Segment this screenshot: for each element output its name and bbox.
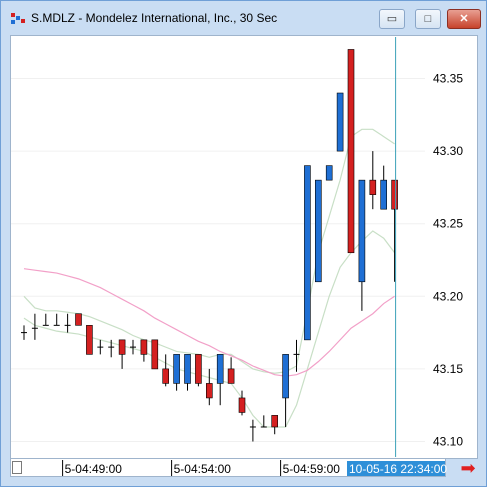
- price-bar: [140, 339, 148, 362]
- price-bar: [118, 339, 126, 369]
- candlestick-chart: 43.10 43.15 43.20 43.25 43.30 43.35 5-04:49:0…: [11, 37, 463, 476]
- price-bar: [304, 165, 311, 341]
- bar-body: [184, 354, 191, 384]
- price-bar: [325, 165, 333, 181]
- bar-body: [391, 179, 398, 210]
- price-bar: [227, 357, 235, 384]
- x-tick-label: 5-04:49:00: [65, 462, 123, 476]
- x-tick-label: 5-04:54:00: [174, 462, 232, 476]
- time-axis-labels: 5-04:49:00 5-04:54:00 5-04:59:00: [62, 460, 341, 476]
- bar-body: [282, 354, 289, 399]
- bar-body: [238, 397, 246, 413]
- bar-body: [380, 179, 388, 210]
- bar-body: [369, 179, 377, 195]
- bar-body: [347, 49, 355, 254]
- bar-body: [162, 368, 169, 384]
- cursor-time-label: 10-05-16 22:34:00: [349, 462, 447, 476]
- price-bar: [282, 354, 289, 427]
- price-bar: [249, 419, 256, 442]
- bar-body: [325, 165, 333, 181]
- bars-layer: [21, 49, 398, 442]
- bar-body: [86, 325, 93, 355]
- price-bar: [31, 313, 38, 340]
- y-tick-label: 43.30: [433, 144, 463, 158]
- price-bar: [184, 354, 191, 391]
- price-bar: [42, 313, 49, 326]
- bar-body: [151, 339, 159, 370]
- price-bar: [21, 325, 27, 340]
- bar-body: [75, 313, 82, 326]
- price-bar: [64, 313, 71, 333]
- bar-body: [336, 92, 344, 152]
- y-tick-label: 43.25: [433, 217, 463, 231]
- bar-body: [271, 415, 279, 428]
- x-tick-label: 5-04:59:00: [283, 462, 341, 476]
- bar-body: [140, 339, 148, 355]
- price-bar: [314, 179, 322, 283]
- y-tick-label: 43.10: [433, 435, 463, 449]
- chart-window: S.MDLZ - Mondelez International, Inc., 3…: [0, 0, 487, 487]
- price-bar: [97, 339, 104, 355]
- price-bar: [162, 354, 169, 387]
- price-bar: [206, 368, 213, 406]
- bar-body: [118, 339, 126, 355]
- price-bar: [336, 92, 344, 152]
- price-bar: [358, 179, 366, 311]
- bar-body: [304, 165, 311, 341]
- price-bar: [195, 354, 202, 387]
- y-tick-label: 43.35: [433, 72, 463, 86]
- upper-band-line: [23, 128, 395, 374]
- price-bar: [347, 49, 355, 254]
- bar-body: [206, 383, 213, 399]
- price-bar: [271, 415, 279, 435]
- price-bar: [173, 354, 180, 391]
- price-bar: [151, 339, 159, 370]
- y-tick-label: 43.20: [433, 289, 463, 303]
- price-bar: [53, 313, 60, 326]
- bar-body: [358, 179, 366, 283]
- bar-body: [314, 179, 322, 283]
- bar-body: [173, 354, 180, 384]
- y-axis-layer: 43.10 43.15 43.20 43.25 43.30 43.35: [433, 72, 463, 449]
- price-bar: [391, 179, 398, 282]
- price-bar: [216, 354, 224, 406]
- price-bar: [86, 325, 93, 355]
- bar-body: [216, 354, 224, 384]
- price-bar: [369, 151, 377, 210]
- price-bar: [75, 313, 82, 326]
- bar-body: [195, 354, 202, 384]
- price-bar: [130, 339, 136, 355]
- y-tick-label: 43.15: [433, 362, 463, 376]
- price-bar: [380, 165, 388, 210]
- bar-body: [227, 368, 235, 384]
